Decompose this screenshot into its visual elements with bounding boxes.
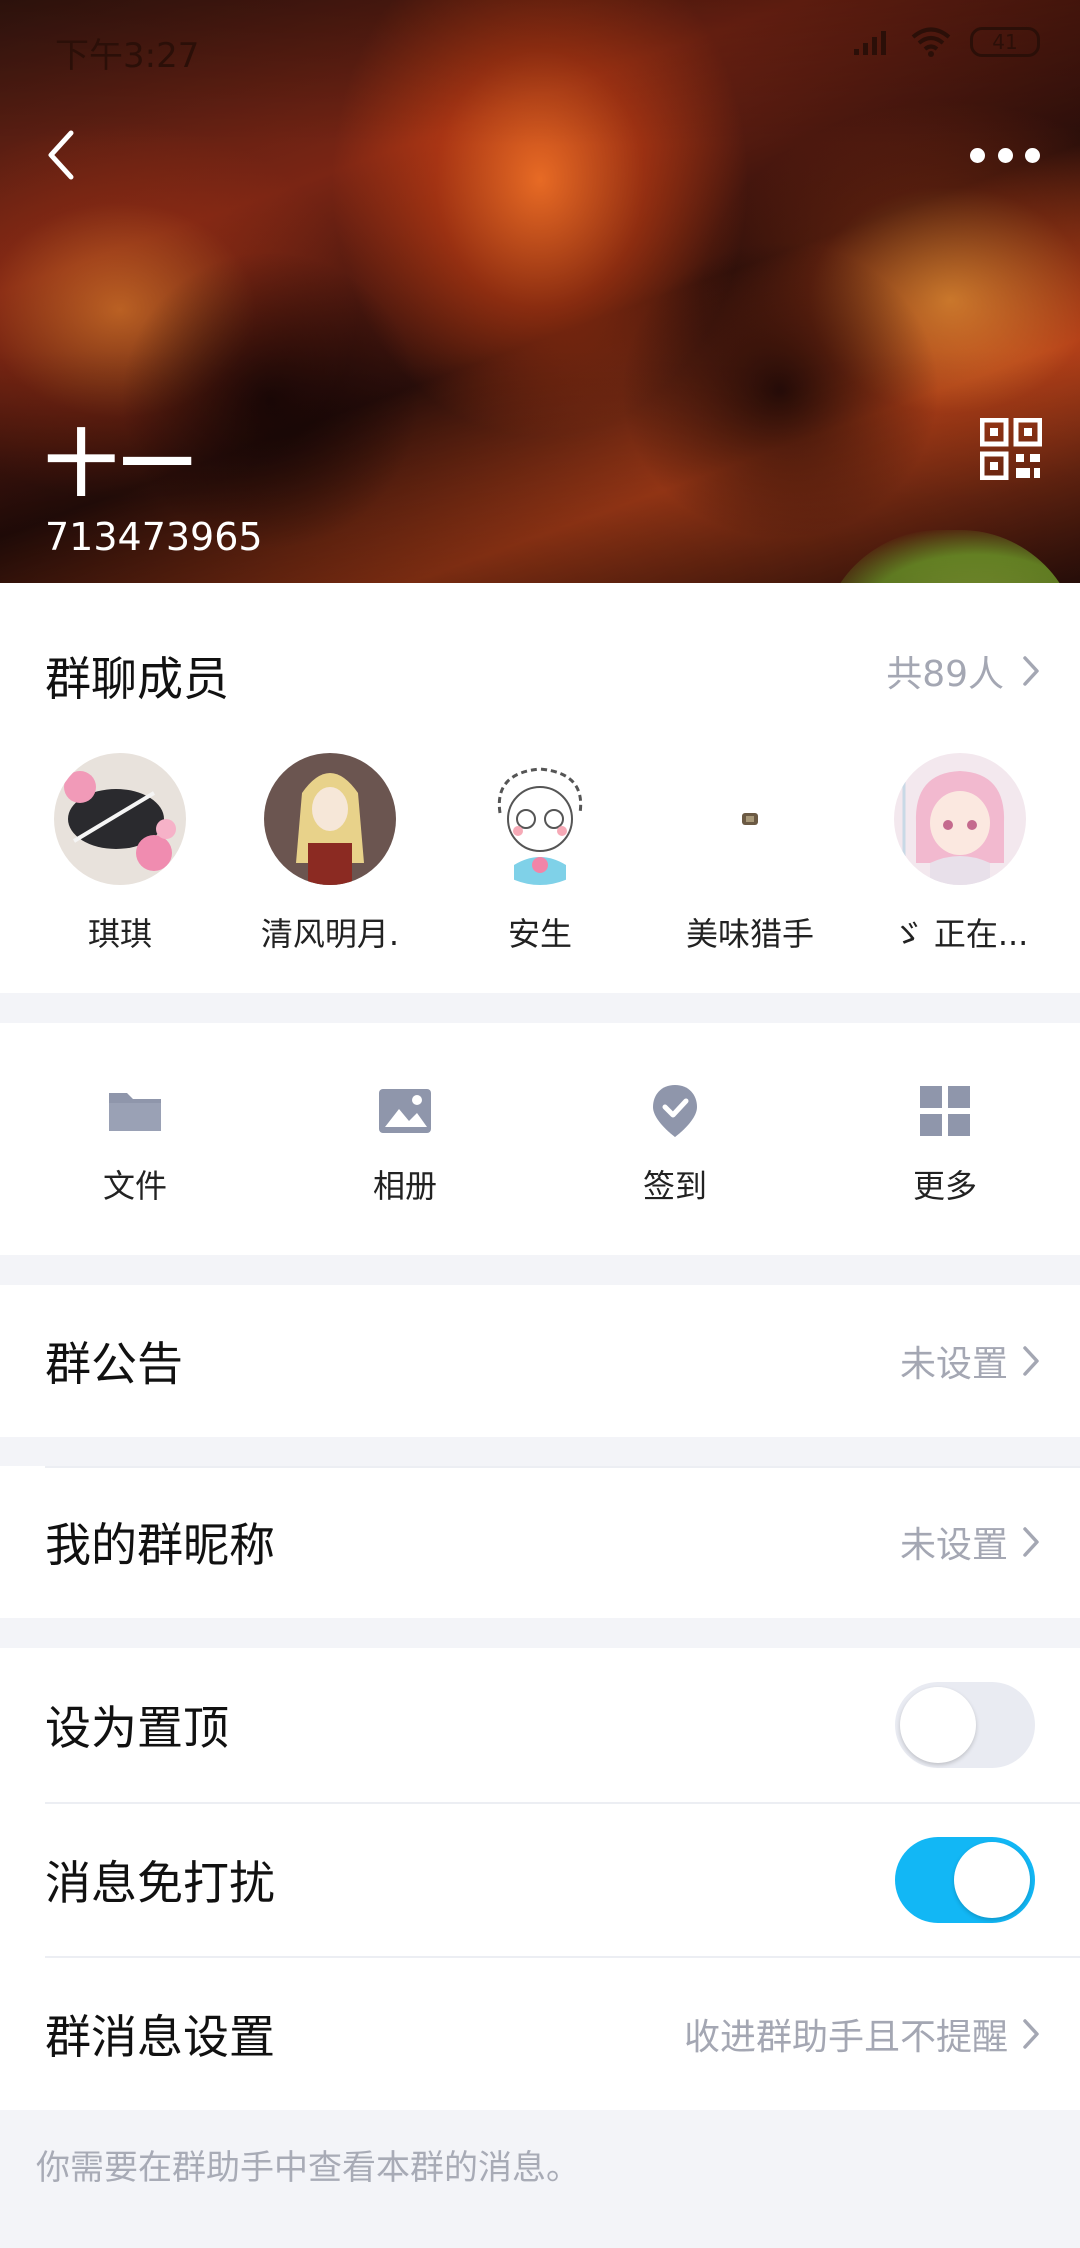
signal-icon	[854, 31, 886, 55]
pin-top-label: 设为置顶	[45, 1701, 229, 1755]
avatar	[894, 753, 1026, 885]
check-in-icon	[653, 1085, 697, 1137]
do-not-disturb-label: 消息免打扰	[45, 1856, 275, 1910]
album-icon	[379, 1089, 431, 1133]
group-name: 十一	[45, 422, 198, 506]
message-settings-hint: 你需要在群助手中查看本群的消息。	[36, 2148, 580, 2188]
member-name: ゞ 正在...	[891, 915, 1029, 953]
qr-code-icon[interactable]	[980, 418, 1042, 480]
member-item[interactable]: 清风明月.	[225, 753, 435, 955]
chevron-right-icon	[1023, 1346, 1039, 1376]
divider	[45, 1466, 1080, 1468]
message-settings-value: 收进群助手且不提醒	[683, 2017, 1008, 2058]
member-item[interactable]: ゞ 正在...	[855, 753, 1065, 955]
chevron-right-icon	[1023, 2019, 1039, 2049]
member-name: 清风明月.	[260, 915, 400, 953]
group-id: 713473965	[45, 515, 263, 559]
avatar	[54, 753, 186, 885]
pin-top-row: 设为置顶	[0, 1648, 1080, 1802]
member-name: 美味猎手	[685, 915, 814, 953]
toggle-knob	[900, 1687, 976, 1763]
members-count: 共89人	[886, 654, 1004, 695]
avatar	[264, 753, 396, 885]
status-time: 下午3:27	[55, 36, 200, 76]
member-item[interactable]: 琪琪	[15, 753, 225, 955]
pin-top-toggle[interactable]	[895, 1682, 1035, 1768]
members-count-link[interactable]: 共89人	[886, 645, 1040, 697]
announcement-row[interactable]: 群公告 未设置	[0, 1285, 1080, 1437]
message-settings-row[interactable]: 群消息设置 收进群助手且不提醒	[0, 1958, 1080, 2110]
more-dot-icon	[1025, 147, 1040, 163]
tool-label: 签到	[642, 1167, 707, 1205]
do-not-disturb-row: 消息免打扰	[0, 1804, 1080, 1956]
nickname-value: 未设置	[899, 1525, 1008, 1566]
message-settings-label: 群消息设置	[45, 2010, 275, 2064]
avatar	[684, 753, 816, 885]
back-arrow-icon	[48, 130, 74, 180]
tool-label: 文件	[102, 1167, 167, 1205]
folder-icon	[109, 1093, 161, 1131]
battery-level: 41	[992, 30, 1018, 54]
chevron-right-icon	[1023, 656, 1039, 686]
grid-icon	[920, 1086, 970, 1136]
status-bar: 下午3:27 41	[0, 0, 1080, 95]
member-item[interactable]: 安生	[435, 753, 645, 955]
member-item[interactable]: 美味猎手	[645, 753, 855, 955]
tool-album[interactable]: 相册	[315, 1083, 495, 1207]
members-section: 群聊成员 共89人 琪琪 清风明月. 安生 美味猎手 ゞ 正在...	[0, 583, 1080, 993]
settings-section: 设为置顶 消息免打扰 群消息设置 收进群助手且不提醒	[0, 1648, 1080, 2110]
more-dot-icon	[997, 147, 1013, 163]
member-name: 安生	[507, 915, 572, 953]
member-name: 琪琪	[87, 915, 152, 953]
more-dot-icon	[970, 147, 985, 163]
announcement-label: 群公告	[45, 1337, 183, 1391]
announcement-value: 未设置	[899, 1344, 1008, 1385]
chevron-right-icon	[1023, 1527, 1039, 1557]
members-title: 群聊成员	[45, 652, 229, 706]
toggle-knob	[954, 1842, 1030, 1918]
back-button[interactable]	[40, 125, 80, 185]
nickname-label: 我的群昵称	[45, 1518, 275, 1572]
tool-label: 更多	[912, 1167, 977, 1205]
tool-label: 相册	[372, 1167, 437, 1205]
wifi-icon	[911, 27, 951, 57]
tool-check-in[interactable]: 签到	[585, 1083, 765, 1207]
group-header: 下午3:27 41 十一 713473965	[0, 0, 1080, 583]
do-not-disturb-toggle[interactable]	[895, 1837, 1035, 1923]
more-options-button[interactable]	[970, 140, 1040, 170]
nickname-row[interactable]: 我的群昵称 未设置	[0, 1466, 1080, 1618]
tool-more[interactable]: 更多	[855, 1083, 1035, 1207]
group-tools-section: 文件 相册 签到 更多	[0, 1023, 1080, 1255]
avatar	[474, 753, 606, 885]
tool-files[interactable]: 文件	[45, 1083, 225, 1207]
battery-icon: 41	[970, 27, 1040, 57]
